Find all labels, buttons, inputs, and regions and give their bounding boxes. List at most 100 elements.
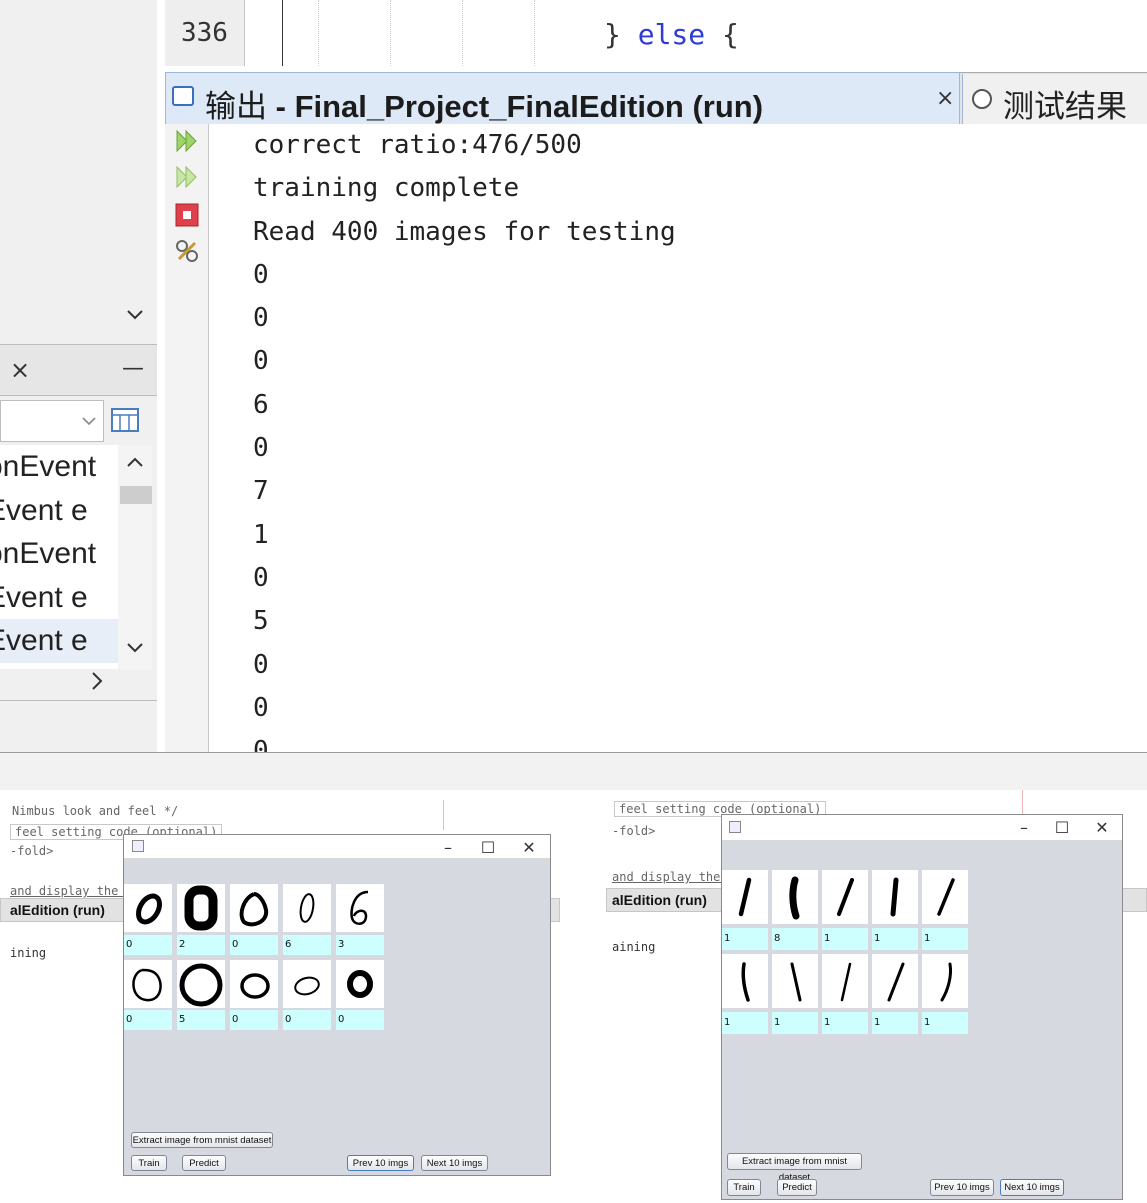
output-tab-title: alEdition (run) — [612, 892, 707, 908]
prev-images-button[interactable]: Prev 10 imgs — [347, 1155, 414, 1171]
digit-image — [772, 954, 818, 1008]
digit-image — [336, 960, 384, 1008]
stop-icon[interactable] — [174, 202, 200, 228]
digit-image — [922, 870, 968, 924]
prediction-label: 1 — [922, 928, 968, 950]
output-line: training complete — [253, 173, 520, 204]
prediction-label: 2 — [177, 935, 225, 955]
rerun-with-params-icon[interactable] — [174, 164, 200, 190]
digit-image — [124, 960, 172, 1008]
list-item[interactable]: onEvent — [0, 532, 118, 576]
output-line: 1 — [253, 519, 269, 550]
code-comment: Nimbus look and feel */ — [12, 804, 179, 818]
indent-guide — [534, 0, 535, 66]
output-line: 0 — [253, 736, 269, 752]
navigator-view-icon[interactable] — [110, 406, 140, 438]
chevron-down-icon[interactable] — [124, 636, 146, 662]
prediction-label: 1 — [772, 1012, 818, 1034]
minimize-icon[interactable]: – — [438, 838, 458, 857]
digit-image — [872, 954, 918, 1008]
output-line: 0 — [253, 562, 269, 593]
digit-image — [722, 870, 768, 924]
test-results-icon — [972, 89, 992, 109]
close-icon[interactable]: × — [936, 86, 954, 111]
output-tab-title: 输出 - Final_Project_FinalEdition (run) — [205, 89, 764, 125]
indent-guide — [390, 0, 391, 66]
output-line: aining — [612, 940, 656, 954]
code-fold-end: -fold> — [10, 844, 54, 858]
digit-image — [722, 954, 768, 1008]
line-number: 336 — [165, 0, 245, 66]
prev-images-button[interactable]: Prev 10 imgs — [930, 1179, 994, 1196]
maximize-icon[interactable]: ☐ — [478, 838, 498, 857]
digit-image — [230, 884, 278, 932]
java-app-icon — [132, 840, 144, 852]
digit-grid: 0 2 0 6 3 0 5 0 0 0 — [124, 884, 388, 1030]
next-images-button[interactable]: Next 10 imgs — [421, 1155, 488, 1171]
digit-image — [124, 884, 172, 932]
minimize-icon[interactable]: — — [122, 356, 144, 381]
output-line: correct ratio:476/500 — [253, 130, 582, 160]
scrollbar-thumb[interactable] — [120, 486, 152, 504]
chevron-right-icon[interactable] — [86, 668, 108, 698]
code-fold-end: -fold> — [612, 824, 656, 838]
navigator-member-list[interactable]: onEvent Event e onEvent Event e Event e — [0, 445, 118, 669]
output-line: 0 — [253, 259, 269, 290]
digit-image — [922, 954, 968, 1008]
screenshot-divider — [0, 752, 1147, 790]
output-line: 0 — [253, 433, 269, 464]
prediction-label: 1 — [822, 1012, 868, 1034]
list-item[interactable]: Event e — [0, 619, 118, 663]
close-icon[interactable]: × — [10, 356, 30, 384]
minimize-icon[interactable]: – — [1014, 818, 1034, 837]
list-item[interactable]: Event e — [0, 576, 118, 620]
prediction-label: 0 — [124, 935, 172, 955]
extract-button[interactable]: Extract image from mnist dataset — [727, 1153, 862, 1183]
list-item[interactable]: onEvent — [0, 445, 118, 489]
margin-line — [443, 800, 444, 830]
prediction-label: 0 — [124, 1010, 172, 1030]
predict-button[interactable]: Predict — [777, 1179, 817, 1196]
digit-image — [177, 884, 225, 932]
output-line: 6 — [253, 389, 269, 420]
chevron-down-icon[interactable] — [80, 412, 98, 434]
prediction-label: 1 — [922, 1012, 968, 1034]
prediction-label: 6 — [283, 935, 331, 955]
test-results-tab-label: 测试结果 — [1003, 89, 1127, 125]
settings-icon[interactable] — [174, 238, 200, 264]
prediction-label: 1 — [872, 1012, 918, 1034]
digit-image — [283, 960, 331, 1008]
train-button[interactable]: Train — [727, 1179, 761, 1196]
next-images-button[interactable]: Next 10 imgs — [1000, 1179, 1064, 1196]
chevron-down-icon[interactable] — [120, 300, 150, 330]
prediction-label: 1 — [872, 928, 918, 950]
output-line: 0 — [253, 346, 269, 377]
rerun-icon[interactable] — [174, 128, 200, 154]
prediction-label: 5 — [177, 1010, 225, 1030]
chevron-up-icon[interactable] — [124, 452, 146, 478]
close-icon[interactable]: ✕ — [519, 838, 539, 857]
close-icon[interactable]: ✕ — [1092, 818, 1112, 837]
code-line: and display the f — [612, 870, 735, 884]
prediction-label: 0 — [230, 1010, 278, 1030]
maximize-icon[interactable]: ☐ — [1052, 818, 1072, 837]
digit-image — [283, 884, 331, 932]
output-line: Read 400 images for testing — [253, 216, 676, 247]
output-tab-title: alEdition (run) — [10, 902, 105, 918]
prediction-label: 0 — [283, 1010, 331, 1030]
extract-button[interactable]: Extract image from mnist dataset — [131, 1132, 273, 1148]
list-item[interactable]: Event e — [0, 489, 118, 533]
prediction-label: 1 — [822, 928, 868, 950]
indent-guide — [462, 0, 463, 66]
prediction-label: 8 — [772, 928, 818, 950]
digit-image — [772, 870, 818, 924]
output-window-icon — [172, 86, 194, 106]
output-line: 0 — [253, 649, 269, 680]
digit-image — [822, 870, 868, 924]
digit-image — [872, 870, 918, 924]
output-line: 0 — [253, 692, 269, 723]
output-line: 7 — [253, 476, 269, 507]
train-button[interactable]: Train — [131, 1155, 167, 1171]
navigator-footer — [0, 700, 157, 752]
predict-button[interactable]: Predict — [182, 1155, 226, 1171]
